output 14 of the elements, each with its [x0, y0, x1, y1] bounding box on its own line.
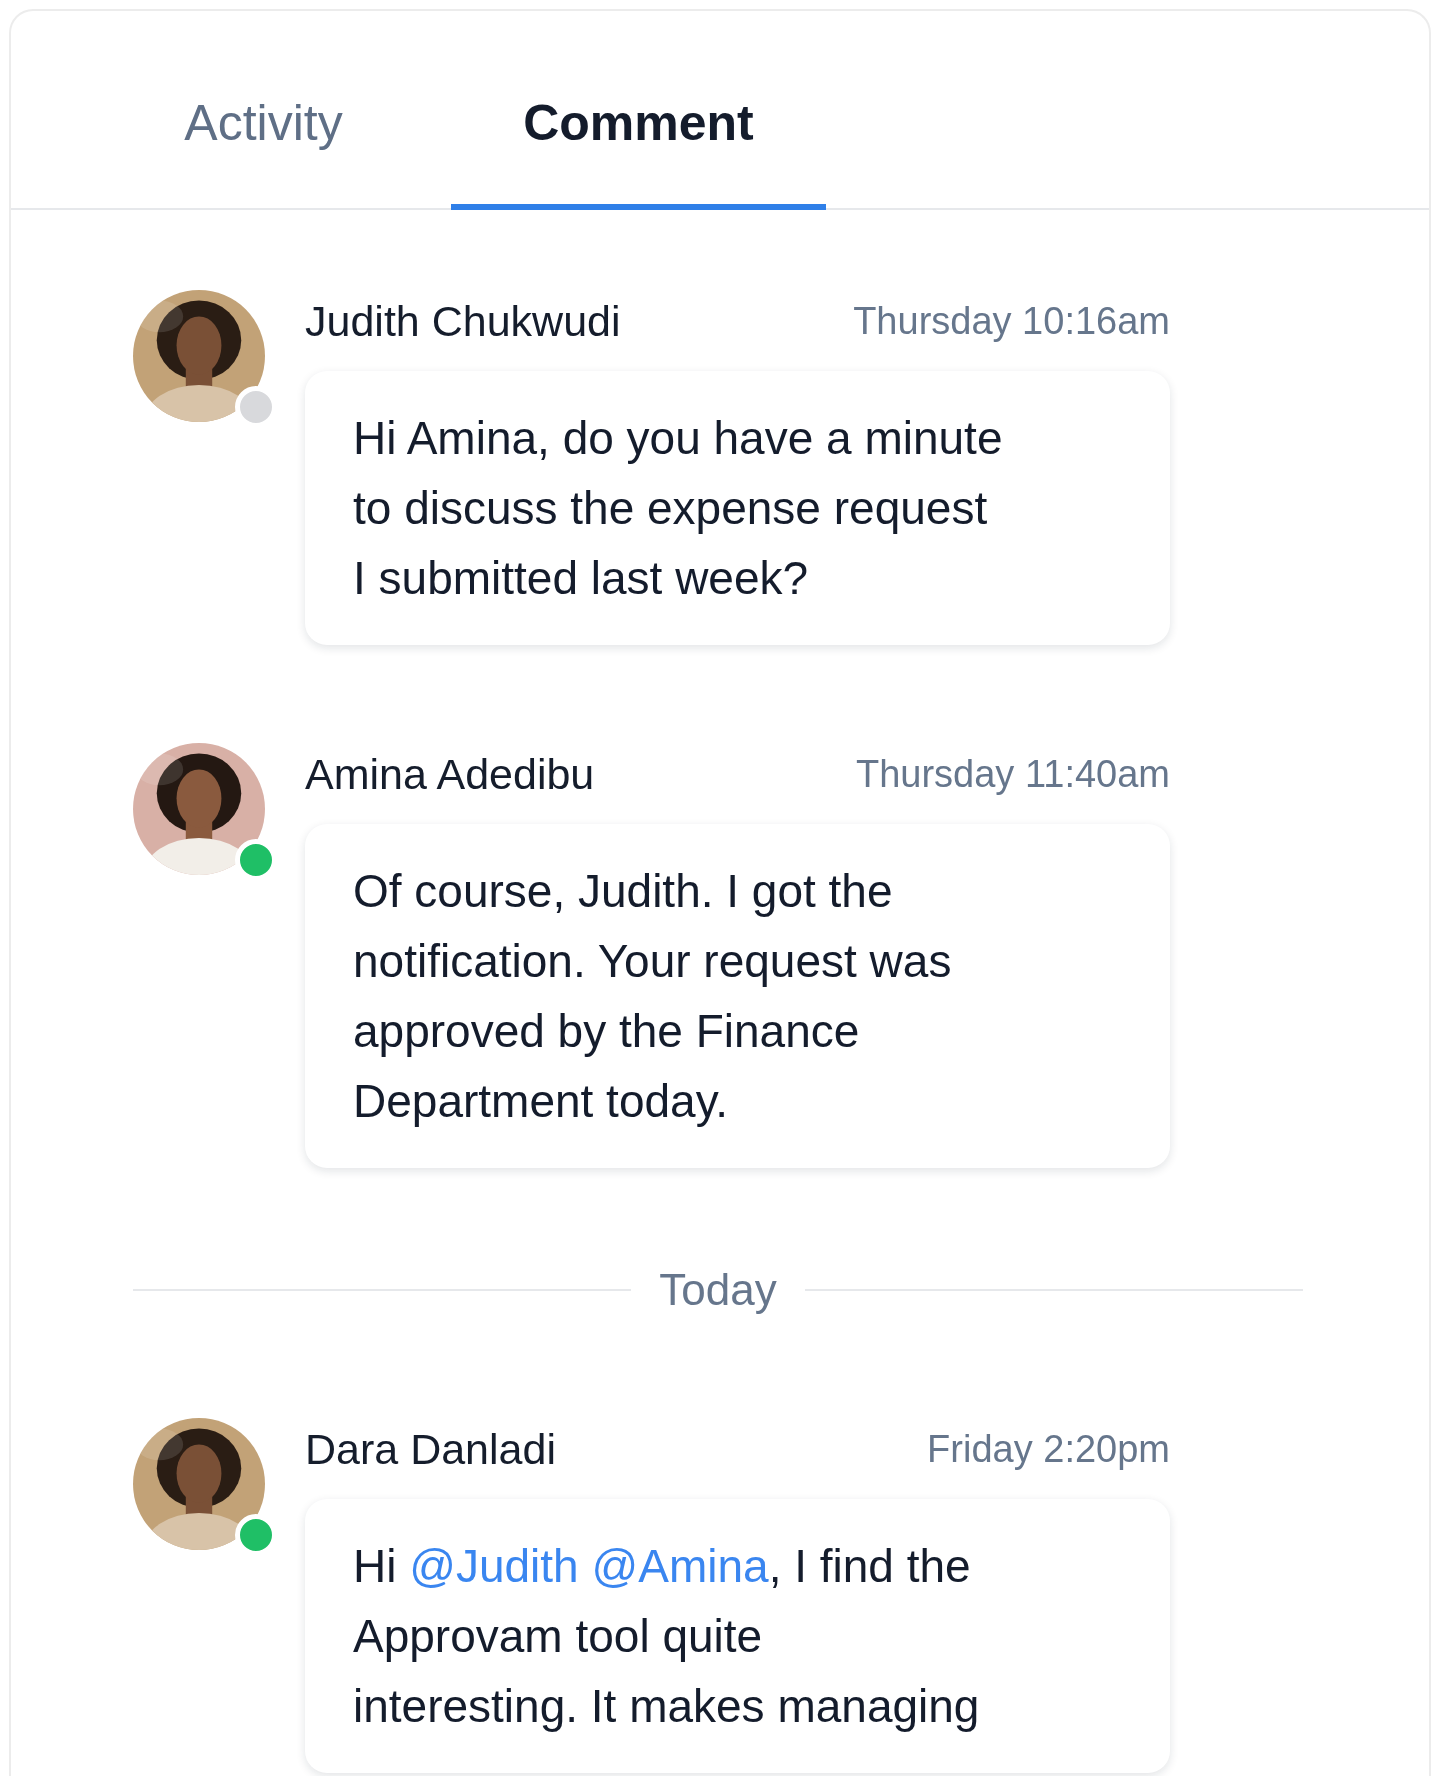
timestamp: Thursday 11:40am: [855, 752, 1170, 796]
author-name: Amina Adedibu: [305, 749, 595, 799]
mention-link[interactable]: @Amina: [591, 1540, 769, 1592]
author-name: Judith Chukwudi: [305, 296, 621, 346]
message-text: Hi @Judith @Amina, I find the Approvam tool quite interesting. It makes managing: [353, 1539, 981, 1734]
timestamp: Friday 2:20pm: [927, 1427, 1170, 1471]
tab[interactable]: Comment: [451, 11, 826, 210]
author-name: Dara Danladi: [305, 1424, 556, 1474]
tab[interactable]: Activity: [76, 11, 451, 210]
mention-link[interactable]: @Judith: [409, 1540, 579, 1592]
message-text: Hi Amina, do you have a minute to discuss the expense request I submitted last week?: [353, 411, 1004, 606]
timestamp: Thursday 10:16am: [853, 299, 1170, 343]
date-divider-label: Today: [659, 1265, 777, 1315]
message-text: Of course, Judith. I got the notification. Your request was approved by the Finance Department today.: [353, 864, 953, 1129]
